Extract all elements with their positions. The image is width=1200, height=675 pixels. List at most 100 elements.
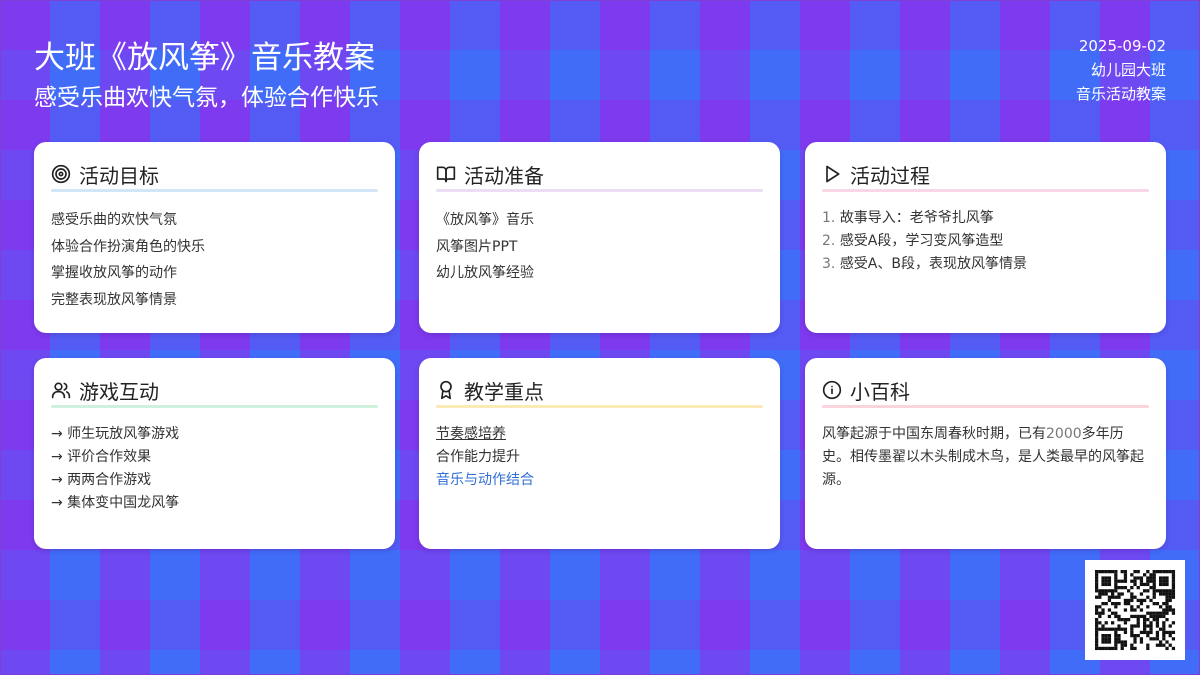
qr-module	[1168, 630, 1172, 635]
qr-module	[1114, 570, 1118, 574]
qr-module	[1139, 592, 1144, 596]
qr-module	[1104, 579, 1108, 583]
qr-module	[1101, 582, 1105, 587]
qr-module	[1152, 579, 1156, 583]
qr-module	[1117, 627, 1121, 631]
qr-module	[1120, 646, 1124, 651]
qr-module	[1139, 579, 1144, 583]
qr-module	[1098, 589, 1102, 593]
qr-module	[1098, 592, 1102, 596]
qr-module	[1139, 608, 1144, 612]
qr-module	[1130, 646, 1134, 651]
qr-module	[1107, 589, 1112, 593]
card-process: 活动过程 1. 故事导入：老爷爷扎风筝 2. 感受A段，学习变风筝造型 3. 感…	[805, 142, 1166, 333]
qr-module	[1101, 624, 1105, 628]
qr-module	[1104, 634, 1108, 638]
trivia-text: 风筝起源于中国东周春秋时期，已有2000多年历史。相传墨翟以木头制成木鸟，是人类…	[822, 423, 1149, 492]
qr-module	[1104, 570, 1108, 574]
qr-module	[1165, 602, 1169, 606]
qr-module	[1162, 592, 1166, 596]
qr-module	[1123, 643, 1128, 647]
qr-module	[1139, 614, 1144, 619]
qr-module	[1095, 570, 1099, 574]
qr-module	[1136, 624, 1140, 628]
qr-module	[1104, 582, 1108, 587]
qr-module	[1120, 586, 1124, 590]
qr-module	[1111, 570, 1115, 574]
keypoint-link[interactable]: 音乐与动作结合	[436, 469, 763, 492]
qr-module	[1095, 605, 1099, 609]
qr-module	[1095, 595, 1099, 599]
qr-module	[1143, 573, 1147, 577]
qr-module	[1111, 646, 1115, 651]
card-prep-divider	[436, 189, 763, 192]
qr-module	[1171, 646, 1176, 651]
card-games: 游戏互动 → 师生玩放风筝游戏 → 评价合作效果 → 两两合作游戏 → 集体变中…	[34, 358, 395, 549]
step-text: 故事导入：老爷爷扎风筝	[839, 210, 994, 226]
qr-module	[1107, 608, 1112, 612]
date-label: 2025-09-02	[1078, 37, 1166, 55]
qr-module	[1165, 589, 1169, 593]
qr-module	[1159, 611, 1163, 615]
qr-module	[1095, 586, 1099, 590]
class-label: 幼儿园大班	[1090, 61, 1166, 79]
qr-module	[1130, 573, 1134, 577]
qr-module	[1162, 589, 1166, 593]
qr-module	[1146, 579, 1150, 583]
card-games-divider	[51, 405, 378, 408]
game-item: → 集体变中国龙风筝	[51, 495, 180, 511]
qr-module	[1171, 595, 1176, 599]
qr-module	[1101, 592, 1105, 596]
qr-module	[1171, 611, 1176, 615]
qr-module	[1165, 579, 1169, 583]
card-process-title: 活动过程	[850, 163, 930, 188]
qr-module	[1104, 627, 1108, 631]
qr-module	[1165, 605, 1169, 609]
qr-module	[1101, 602, 1105, 606]
qr-module	[1136, 618, 1140, 622]
qr-module	[1101, 589, 1105, 593]
trivia-number: 2000	[1046, 426, 1082, 442]
qr-module	[1095, 630, 1099, 635]
qr-module	[1171, 579, 1176, 583]
trivia-text-part: 风筝起源于中国东周春秋时期，已有	[822, 426, 1046, 442]
qr-module	[1152, 611, 1156, 615]
qr-module	[1117, 579, 1121, 583]
qr-module	[1165, 608, 1169, 612]
qr-module	[1165, 618, 1169, 622]
play-icon	[826, 165, 840, 183]
qr-code[interactable]	[1085, 560, 1185, 660]
qr-module	[1149, 630, 1153, 635]
qr-module	[1162, 643, 1166, 647]
qr-module	[1171, 570, 1176, 574]
qr-module	[1162, 637, 1166, 641]
qr-module	[1095, 634, 1099, 638]
card-trivia: 小百科 风筝起源于中国东周春秋时期，已有2000多年历史。相传墨翟以木头制成木鸟…	[805, 358, 1166, 549]
qr-module	[1114, 614, 1118, 619]
qr-module	[1146, 570, 1150, 574]
qr-module	[1159, 643, 1163, 647]
qr-module	[1123, 618, 1128, 622]
qr-module	[1104, 637, 1108, 641]
process-step: 3. 感受A、B段，表现放风筝情景	[822, 253, 1149, 276]
card-games-title: 游戏互动	[79, 379, 159, 404]
qr-module	[1133, 576, 1137, 580]
qr-module	[1130, 586, 1134, 590]
qr-module	[1165, 598, 1169, 603]
qr-module	[1114, 630, 1118, 635]
keypoint-item[interactable]: 节奏感培养	[436, 423, 763, 446]
qr-module	[1165, 576, 1169, 580]
qr-module	[1146, 589, 1150, 593]
qr-module	[1171, 621, 1176, 625]
qr-module	[1162, 602, 1166, 606]
qr-module	[1159, 570, 1163, 574]
qr-module	[1143, 598, 1147, 603]
qr-module	[1120, 592, 1124, 596]
qr-module	[1133, 624, 1137, 628]
qr-module	[1143, 627, 1147, 631]
qr-module	[1139, 602, 1144, 606]
game-item: → 两两合作游戏	[51, 472, 152, 488]
qr-module	[1130, 595, 1134, 599]
qr-module	[1152, 618, 1156, 622]
qr-module	[1117, 586, 1121, 590]
